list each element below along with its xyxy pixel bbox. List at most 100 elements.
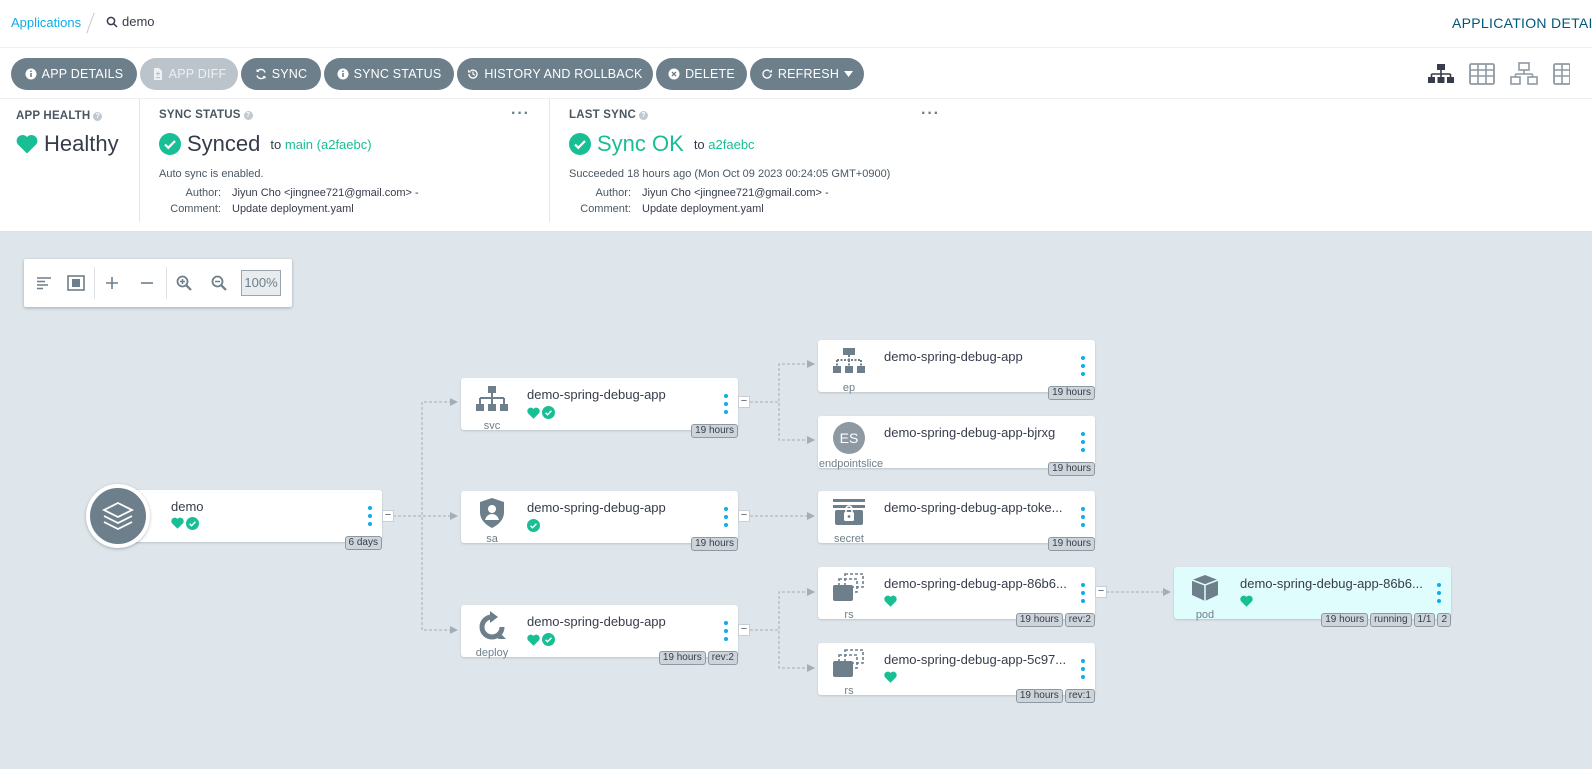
collapse-toggle[interactable]: − xyxy=(738,396,750,408)
help-icon[interactable]: ? xyxy=(243,110,253,120)
revision-badge: rev:1 xyxy=(1064,689,1095,703)
collapse-toggle[interactable]: − xyxy=(382,510,394,522)
endpointslice-icon-text: ES xyxy=(833,422,865,454)
app-health-text: Healthy xyxy=(44,131,119,156)
resource-node-deploy[interactable]: deploy demo-spring-debug-app 19 hours re… xyxy=(461,605,738,665)
check-circle-icon xyxy=(542,633,555,646)
app-diff-button[interactable]: APP DIFF xyxy=(140,58,238,90)
sync-status-panel-label: SYNC STATUS xyxy=(159,109,241,121)
heart-icon xyxy=(527,407,540,419)
age-badge: 19 hours xyxy=(691,424,738,438)
breadcrumb-current[interactable]: demo xyxy=(106,14,155,29)
collapse-toggle[interactable]: − xyxy=(738,624,750,636)
age-badge: 6 days xyxy=(344,536,382,550)
sync-label: SYNC xyxy=(271,67,308,81)
last-sync-revision-link[interactable]: a2faebc xyxy=(708,137,754,152)
search-icon xyxy=(106,16,118,28)
last-sync-label: LAST SYNC xyxy=(569,109,636,121)
resource-node-ep[interactable]: ep demo-spring-debug-app 19 hours xyxy=(818,340,1095,400)
sync-status-header: SYNC STATUS ? xyxy=(159,109,253,121)
node-name: demo-spring-debug-app-5c97... xyxy=(884,652,1067,667)
node-menu-icon[interactable] xyxy=(724,507,728,527)
node-name: demo-spring-debug-app xyxy=(884,349,1023,364)
service-account-icon xyxy=(469,497,515,537)
app-details-button[interactable]: APP DETAILS xyxy=(11,58,137,90)
node-kind: secret xyxy=(834,533,864,545)
tree-view-icon[interactable] xyxy=(1427,62,1455,86)
sync-status-value: Synced to main (a2faebc) xyxy=(159,131,372,157)
sync-status-more-icon[interactable]: ··· xyxy=(511,105,530,123)
caret-down-icon xyxy=(844,71,854,77)
delete-button[interactable]: DELETE xyxy=(656,58,747,90)
resource-node-svc[interactable]: svc demo-spring-debug-app 19 hours xyxy=(461,378,738,438)
app-details-label: APP DETAILS xyxy=(41,67,124,81)
node-menu-icon[interactable] xyxy=(1081,507,1085,527)
last-sync-more-icon[interactable]: ··· xyxy=(921,105,940,123)
sync-icon xyxy=(256,68,266,80)
refresh-button[interactable]: REFRESH xyxy=(750,58,864,90)
resource-node-rs-2[interactable]: rs demo-spring-debug-app-5c97... 19 hour… xyxy=(818,643,1095,703)
check-circle-icon xyxy=(569,133,591,155)
resource-node-secret[interactable]: secret demo-spring-debug-app-toke... 19 … xyxy=(818,491,1095,551)
check-circle-icon xyxy=(542,406,555,419)
divider xyxy=(549,99,550,222)
help-icon[interactable]: ? xyxy=(93,111,103,121)
resource-node-sa[interactable]: sa demo-spring-debug-app 19 hours xyxy=(461,491,738,551)
app-diff-label: APP DIFF xyxy=(168,67,227,81)
node-menu-icon[interactable] xyxy=(1081,432,1085,452)
node-menu-icon[interactable] xyxy=(1437,583,1441,603)
collapse-toggle[interactable]: − xyxy=(738,510,750,522)
node-status xyxy=(527,406,555,419)
pod-icon xyxy=(1182,573,1228,613)
revision-badge: rev:2 xyxy=(1064,613,1095,627)
node-tags: 19 hours running 1/1 2 xyxy=(1321,613,1451,627)
network-view-icon[interactable] xyxy=(1510,62,1538,86)
replicaset-icon xyxy=(826,573,872,613)
collapse-toggle[interactable]: − xyxy=(1095,586,1107,598)
refresh-label: REFRESH xyxy=(777,67,840,81)
history-rollback-button[interactable]: HISTORY AND ROLLBACK xyxy=(457,58,653,90)
node-kind: deploy xyxy=(475,647,509,659)
app-root-node[interactable]: demo 6 days xyxy=(86,484,382,550)
app-health-value: Healthy xyxy=(16,131,119,157)
secret-icon xyxy=(826,497,872,537)
pods-view-icon[interactable] xyxy=(1468,62,1496,86)
sync-author-row: Author: Jiyun Cho <jingnee721@gmail.com>… xyxy=(159,187,559,201)
node-name: demo-spring-debug-app-86b6... xyxy=(1240,576,1423,591)
breadcrumb-applications[interactable]: Applications xyxy=(11,15,81,30)
help-icon[interactable]: ? xyxy=(638,110,648,120)
resource-tree-graph: 100% demo 6 days − svc demo-spring-debug… xyxy=(0,232,1592,769)
node-tags: 19 hours xyxy=(691,537,738,551)
application-icon xyxy=(86,484,150,548)
sync-status-button[interactable]: SYNC STATUS xyxy=(324,58,454,90)
node-status xyxy=(171,517,199,530)
node-menu-icon[interactable] xyxy=(368,506,372,526)
list-view-icon[interactable] xyxy=(1552,62,1570,86)
last-sync-to-label: to xyxy=(693,136,705,152)
sync-author-label: Author: xyxy=(185,187,221,199)
status-panel: APP HEALTH ? Healthy SYNC STATUS ? ··· S… xyxy=(0,99,1592,232)
last-sync-comment-label: Comment: xyxy=(580,203,631,215)
app-root-card[interactable]: demo 6 days xyxy=(116,490,382,550)
heart-icon xyxy=(16,135,38,154)
heart-icon xyxy=(171,517,184,529)
resource-node-rs-1[interactable]: rs demo-spring-debug-app-86b6... 19 hour… xyxy=(818,567,1095,627)
deployment-icon xyxy=(469,611,515,651)
node-menu-icon[interactable] xyxy=(1081,659,1085,679)
top-bar: Applications demo APPLICATION DETAILS TR… xyxy=(0,0,1592,48)
node-menu-icon[interactable] xyxy=(724,621,728,641)
node-tags: 19 hours xyxy=(1048,386,1095,400)
resource-node-pod[interactable]: pod demo-spring-debug-app-86b6... 19 hou… xyxy=(1174,567,1451,627)
breadcrumb-separator xyxy=(86,12,95,34)
file-diff-icon xyxy=(153,68,162,80)
last-sync-value: Sync OK to a2faebc xyxy=(569,131,755,157)
resource-node-endpointslice[interactable]: ES endpointslice demo-spring-debug-app-b… xyxy=(818,416,1095,476)
node-menu-icon[interactable] xyxy=(724,394,728,414)
node-menu-icon[interactable] xyxy=(1081,356,1085,376)
breadcrumb-current-label: demo xyxy=(122,14,155,29)
sync-button[interactable]: SYNC xyxy=(241,58,321,90)
history-icon xyxy=(468,69,479,79)
age-badge: 19 hours xyxy=(1321,613,1369,627)
sync-revision-link[interactable]: main (a2faebc) xyxy=(285,137,372,152)
node-menu-icon[interactable] xyxy=(1081,583,1085,603)
